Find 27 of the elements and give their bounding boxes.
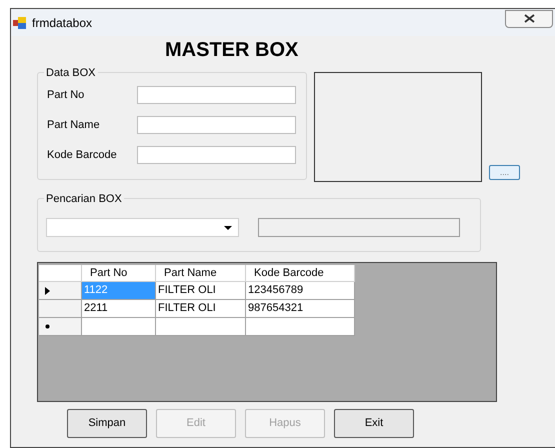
table-cell: 1122 xyxy=(82,282,156,300)
action-button[interactable]: Exit xyxy=(334,409,414,438)
text-field[interactable] xyxy=(137,146,296,164)
table-cell: FILTER OLI xyxy=(156,282,246,300)
browse-button[interactable]: .... xyxy=(489,165,520,180)
field-label: Part Name xyxy=(47,118,101,133)
app-icon xyxy=(13,16,27,28)
row-header[interactable] xyxy=(39,282,82,300)
table-cell: 123456789 xyxy=(246,282,355,300)
column-header[interactable]: Kode Barcode xyxy=(246,265,355,282)
form-heading: MASTER BOX xyxy=(165,38,300,62)
text-field[interactable] xyxy=(137,86,296,104)
dropdown[interactable] xyxy=(46,218,239,237)
dropdown-arrow-icon xyxy=(224,226,232,230)
column-header[interactable]: Part Name xyxy=(156,265,246,282)
field-label: Kode Barcode xyxy=(47,148,118,163)
table-cell: 2211 xyxy=(82,300,156,318)
close-icon xyxy=(524,14,534,23)
text-field[interactable] xyxy=(137,116,296,134)
row-header-corner xyxy=(39,265,82,282)
column-header[interactable]: Part No xyxy=(82,265,156,282)
window-title: frmdatabox xyxy=(32,14,92,32)
field-label: Part No xyxy=(47,88,86,103)
close-button[interactable] xyxy=(505,10,553,28)
table-cell: FILTER OLI xyxy=(156,300,246,318)
action-button[interactable]: Simpan xyxy=(67,409,147,438)
table-cell: 987654321 xyxy=(246,300,355,318)
